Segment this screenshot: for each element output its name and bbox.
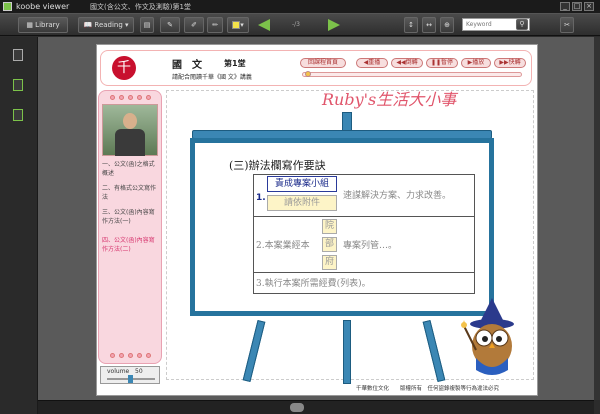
replay-label: 重播 [368,59,381,66]
volume-control[interactable]: volume 50 [100,366,160,384]
row3-text: 3.執行本案所需經費(列表)。 [256,279,371,289]
volume-knob[interactable] [128,375,133,383]
sidebar-dots-bottom [110,353,151,358]
maximize-button[interactable]: □ [572,2,582,11]
row1-box-task-force: 責成專案小組 [267,176,337,192]
zoom-button[interactable]: ⊕ [440,17,454,33]
easel-leg-center [343,320,351,384]
owl-mascot-image [458,298,526,380]
bookmark-button[interactable]: ▤ [140,17,154,33]
course-home-button[interactable]: 回課程首頁 [300,58,346,68]
vertical-scrollbar[interactable] [594,37,600,400]
close-button[interactable]: × [584,2,594,11]
lesson-subtitle: 請配合閱讀千華《國 文》講義 [172,74,252,81]
fast-forward-button[interactable]: ▶▶快轉 [494,58,526,68]
chevron-down-icon: ▾ [122,21,129,29]
fit-height-button[interactable]: ↕ [404,17,418,33]
app-name: koobe viewer [16,2,70,11]
lesson-header [100,50,532,86]
eraser-icon: ✏ [212,21,218,29]
thumbnail-icon[interactable] [13,49,23,61]
whiteboard: (三)辦法欄寫作要訣 1. 責成專案小組 請依附件 速謀解決方案、力求改善。 2… [190,138,494,316]
pen-icon: ✎ [167,21,173,29]
row2-char-yuan: 院 [322,219,337,234]
pause-button[interactable]: ❚❚暫停 [426,58,458,68]
title-bar: koobe viewer 國文(含公文、作文及測驗)第1堂 _ □ × [0,0,600,14]
bookmark-icon: ▤ [143,21,151,29]
chevron-down-icon: ▾ [240,21,244,29]
row1-box-attachment: 請依附件 [267,195,337,211]
volume-value: 50 [135,368,143,375]
pause-icon: ❚❚ [430,59,442,66]
wrench-icon: ✂ [564,21,570,29]
scroll-thumb[interactable] [290,403,304,412]
highlighter-button[interactable]: ✐ [184,17,204,33]
reading-label: Reading [94,21,123,29]
volume-label: volume [107,368,130,375]
library-icon: ▦ [26,21,36,29]
search-pages-icon[interactable] [13,109,23,121]
row1-text: 速謀解決方案、力求改善。 [343,191,452,201]
rewind-label: 倒轉 [405,59,418,66]
app-icon [3,2,12,11]
board-heading: (三)辦法欄寫作要訣 [229,159,326,172]
row2-text: 專案列管…。 [343,241,398,251]
fit-width-icon: ↔ [426,21,432,29]
page-indicator: -/3 [292,21,301,28]
left-rail [0,37,38,414]
library-button[interactable]: ▦ Library [18,17,68,33]
row1-number: 1. [256,193,266,203]
subject-title: 國 文 [172,60,202,71]
watermark: Ruby's生活大小事 [322,90,457,109]
row2-char-fu: 府 [322,255,337,270]
replay-button[interactable]: ◀重播 [356,58,388,68]
play-label: 播放 [472,59,485,66]
sidebar-item-2[interactable]: 二、有格式公文寫作法 [102,184,160,202]
library-label: Library [35,21,60,29]
fast-forward-icon: ▶▶ [499,59,509,66]
sidebar-dots-top [110,95,151,100]
pause-label: 暫停 [441,59,454,66]
slider-knob[interactable] [305,71,311,77]
reading-icon: 📖 [83,21,95,29]
session-label: 第1堂 [224,59,246,68]
fit-width-button[interactable]: ↔ [422,17,436,33]
highlighter-icon: ✐ [191,21,197,29]
document-title: 國文(含公文、作文及測驗)第1堂 [90,3,191,11]
reading-mode-select[interactable]: 📖 Reading ▾ [78,17,134,33]
page-footer: 千華數位文化 版權所有 任何盜錄複製等行為違法必究 [356,386,500,392]
search-icon: ⚲ [519,20,525,28]
rewind-button[interactable]: ◀◀倒轉 [391,58,423,68]
fit-height-icon: ↕ [408,21,414,29]
tools-button[interactable]: ✂ [560,17,574,33]
eraser-button[interactable]: ✏ [207,17,223,33]
toolbar: ▦ Library 📖 Reading ▾ ▤ ✎ ✐ ✏ ▾ -/3 ↕ ↔ … [0,14,600,36]
sidebar-item-3[interactable]: 三、公文(函)內容寫作方法(一) [102,208,160,226]
brand-logo: 千 [112,56,136,80]
color-picker-button[interactable]: ▾ [227,17,249,33]
sidebar-item-4[interactable]: 四、公文(函)內容寫作方法(二) [102,236,160,254]
rewind-icon: ◀◀ [396,59,406,66]
pen-tool-button[interactable]: ✎ [160,17,180,33]
prev-page-icon[interactable] [258,19,270,31]
instructor-photo [102,104,158,156]
next-page-icon[interactable] [328,19,340,31]
play-button[interactable]: ▶播放 [461,58,491,68]
horizontal-scrollbar[interactable] [38,400,594,414]
search-button[interactable]: ⚲ [516,19,528,30]
minimize-button[interactable]: _ [560,2,570,11]
sidebar-item-1[interactable]: 一、公文(函)之格式概述 [102,160,160,178]
fast-forward-label: 快轉 [508,59,521,66]
notes-icon[interactable] [13,79,23,91]
zoom-icon: ⊕ [444,21,450,29]
row2-char-bu: 部 [322,237,337,252]
row2-prefix: 2.本案業經本 [256,241,310,251]
progress-slider[interactable] [302,71,522,77]
